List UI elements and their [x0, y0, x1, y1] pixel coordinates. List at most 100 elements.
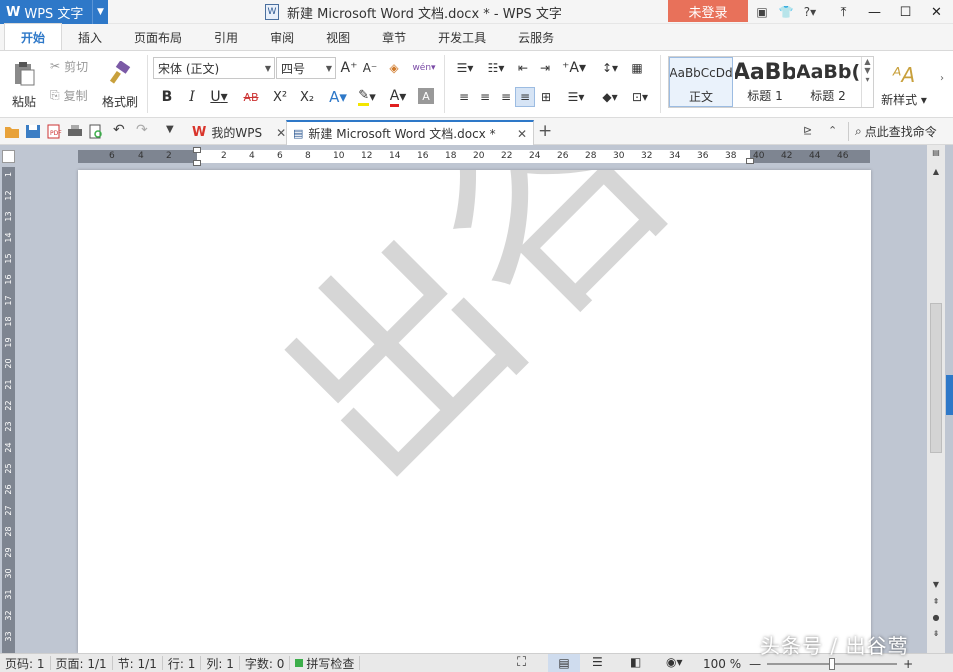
help-icon[interactable]: ?▾ [800, 5, 820, 19]
new-style-button[interactable]: ᴬA 新样式 ▾ [878, 57, 930, 113]
open-folder-icon[interactable] [4, 124, 20, 139]
eye-protect-icon[interactable]: ◉▾ [666, 655, 683, 669]
close-button[interactable]: ✕ [921, 0, 952, 24]
right-indent-marker[interactable] [746, 158, 754, 164]
tab-page-layout[interactable]: 页面布局 [118, 24, 198, 50]
shrink-font-icon[interactable]: A⁻ [361, 59, 379, 77]
side-panel-toggle[interactable] [946, 375, 953, 415]
restore-up-icon[interactable]: ⤒ [828, 0, 859, 24]
print-icon[interactable] [67, 124, 83, 139]
style-heading-1[interactable]: AaBb 标题 1 [735, 57, 795, 107]
left-indent-marker[interactable] [193, 160, 201, 166]
style-normal[interactable]: AaBbCcDd 正文 [669, 57, 733, 107]
decrease-indent-icon[interactable]: ⇤ [514, 59, 532, 77]
spell-check-toggle[interactable]: 拼写检查 [290, 656, 361, 671]
collapse-ribbon-icon[interactable]: ⌃ [828, 124, 837, 137]
text-effect-icon[interactable]: A▾ [325, 87, 351, 107]
new-tab-icon[interactable]: + [538, 121, 552, 141]
tab-chapter[interactable]: 章节 [366, 24, 422, 50]
skin-icon[interactable]: ▣ [752, 5, 772, 19]
document-page[interactable]: 出谷莺 [78, 170, 871, 653]
font-name-select[interactable]: 宋体 (正文) ▼ [153, 57, 275, 79]
tab-home[interactable]: 开始 [4, 23, 63, 50]
full-screen-icon[interactable]: ⛶ [517, 655, 526, 670]
scroll-down-icon[interactable]: ▼ [927, 580, 945, 589]
tab-review[interactable]: 审阅 [254, 24, 310, 50]
outline-view-icon[interactable]: ☰ [592, 655, 603, 669]
minimize-button[interactable]: — [859, 0, 890, 24]
next-page-icon[interactable]: ⇟ [927, 629, 945, 638]
tab-view[interactable]: 视图 [310, 24, 366, 50]
line-spacing-icon[interactable]: ☰▾ [563, 88, 589, 106]
horizontal-ruler[interactable]: 6 4 2 2 4 6 8 10 12 14 16 18 20 22 24 26 28 30 32 34 36 38… [78, 147, 870, 166]
italic-button[interactable]: I [183, 87, 201, 107]
superscript-button[interactable]: X² [270, 87, 290, 107]
maximize-button[interactable]: ☐ [890, 0, 921, 24]
ribbon-scroll-right-icon[interactable]: › [940, 73, 944, 84]
export-pdf-icon[interactable]: PDF [46, 124, 62, 139]
zoom-slider-thumb[interactable] [829, 657, 836, 670]
zoom-level[interactable]: 100 % [703, 657, 741, 671]
vertical-scrollbar[interactable]: ▤ ▲ ▼ ⇞ ● ⇟ [927, 145, 945, 653]
clear-format-icon[interactable]: ◈ [385, 59, 403, 77]
scrollbar-thumb[interactable] [930, 303, 942, 453]
zoom-slider[interactable] [767, 657, 898, 670]
tab-my-wps[interactable]: W 我的WPS ✕ [186, 120, 292, 145]
border-icon[interactable]: ⊡▾ [627, 88, 653, 106]
page-view-icon[interactable]: ▤ [548, 654, 580, 672]
distributed-icon[interactable]: ⊞ [537, 88, 555, 106]
tab-developer[interactable]: 开发工具 [422, 24, 502, 50]
scroll-up-icon[interactable]: ▲ [927, 167, 945, 176]
font-size-select[interactable]: 四号 ▼ [276, 57, 336, 79]
status-page-code[interactable]: 页码: 1 [0, 656, 51, 671]
print-preview-icon[interactable] [88, 124, 104, 139]
scroll-settings-icon[interactable]: ▤ [927, 148, 945, 157]
font-color-icon[interactable]: A ▾ [385, 87, 411, 107]
tab-references[interactable]: 引用 [198, 24, 254, 50]
align-left-icon[interactable]: ≡ [455, 88, 473, 106]
style-heading-2[interactable]: AaBb( 标题 2 [797, 57, 859, 107]
paragraph-shading-icon[interactable]: ◆▾ [597, 88, 623, 106]
pinyin-icon[interactable]: wén▾ [410, 57, 438, 79]
command-search[interactable]: ⌕ 点此查找命令 [848, 122, 937, 141]
status-word-count[interactable]: 字数: 0 [240, 656, 291, 671]
cut-button[interactable]: ✂ 剪切 [50, 57, 88, 75]
redo-icon[interactable]: ↷ [136, 122, 148, 138]
grow-font-icon[interactable]: A⁺ [340, 59, 358, 77]
gallery-scroll[interactable]: ▲ ▼ ▾ [861, 57, 873, 107]
tab-insert[interactable]: 插入 [62, 24, 118, 50]
subscript-button[interactable]: X₂ [297, 87, 317, 107]
table-icon[interactable]: ▦ [628, 59, 646, 77]
login-button[interactable]: 未登录 [668, 0, 748, 22]
customize-toolbar-icon[interactable]: ▼ [166, 124, 174, 135]
tab-document[interactable]: ▤ 新建 Microsoft Word 文档.docx * ✕ [286, 120, 534, 145]
shirt-icon[interactable]: 👕 [776, 5, 796, 19]
tab-stop-selector[interactable] [2, 150, 15, 163]
char-shading-icon[interactable]: A [418, 88, 434, 104]
increase-indent-icon[interactable]: ⇥ [536, 59, 554, 77]
bullet-list-icon[interactable]: ☰▾ [451, 59, 479, 77]
prev-page-icon[interactable]: ⇞ [927, 597, 945, 606]
align-center-icon[interactable]: ≡ [476, 88, 494, 106]
select-browse-icon[interactable]: ● [927, 613, 945, 622]
justify-icon[interactable]: ≡ [515, 87, 535, 107]
text-direction-icon[interactable]: ⁺A▾ [560, 59, 588, 77]
close-icon[interactable]: ✕ [276, 126, 286, 140]
first-line-indent-marker[interactable] [193, 147, 201, 153]
paste-button[interactable]: 粘贴 [6, 57, 42, 113]
sidebar-toggle-icon[interactable]: ⊵ [803, 124, 812, 137]
highlight-icon[interactable]: ✎ ▾ [354, 87, 380, 107]
copy-button[interactable]: ⎘ 复制 [50, 86, 88, 104]
vertical-ruler[interactable]: 1 12 13 14 15 16 17 18 19 20 21 22 23 24 25 26 27 28 29 30 3… [2, 167, 15, 653]
align-right-icon[interactable]: ≡ [497, 88, 515, 106]
close-icon[interactable]: ✕ [517, 127, 527, 141]
numbered-list-icon[interactable]: ☷▾ [482, 59, 510, 77]
format-painter-button[interactable]: 格式刷 [100, 57, 140, 113]
bold-button[interactable]: B [158, 87, 176, 107]
save-icon[interactable] [25, 124, 41, 139]
underline-button[interactable]: U ▾ [206, 87, 232, 107]
chevron-down-icon[interactable]: ▼ [92, 0, 108, 24]
tab-cloud[interactable]: 云服务 [502, 24, 570, 50]
sort-icon[interactable]: ↕▾ [596, 59, 624, 77]
strikethrough-button[interactable]: AB [238, 87, 264, 107]
